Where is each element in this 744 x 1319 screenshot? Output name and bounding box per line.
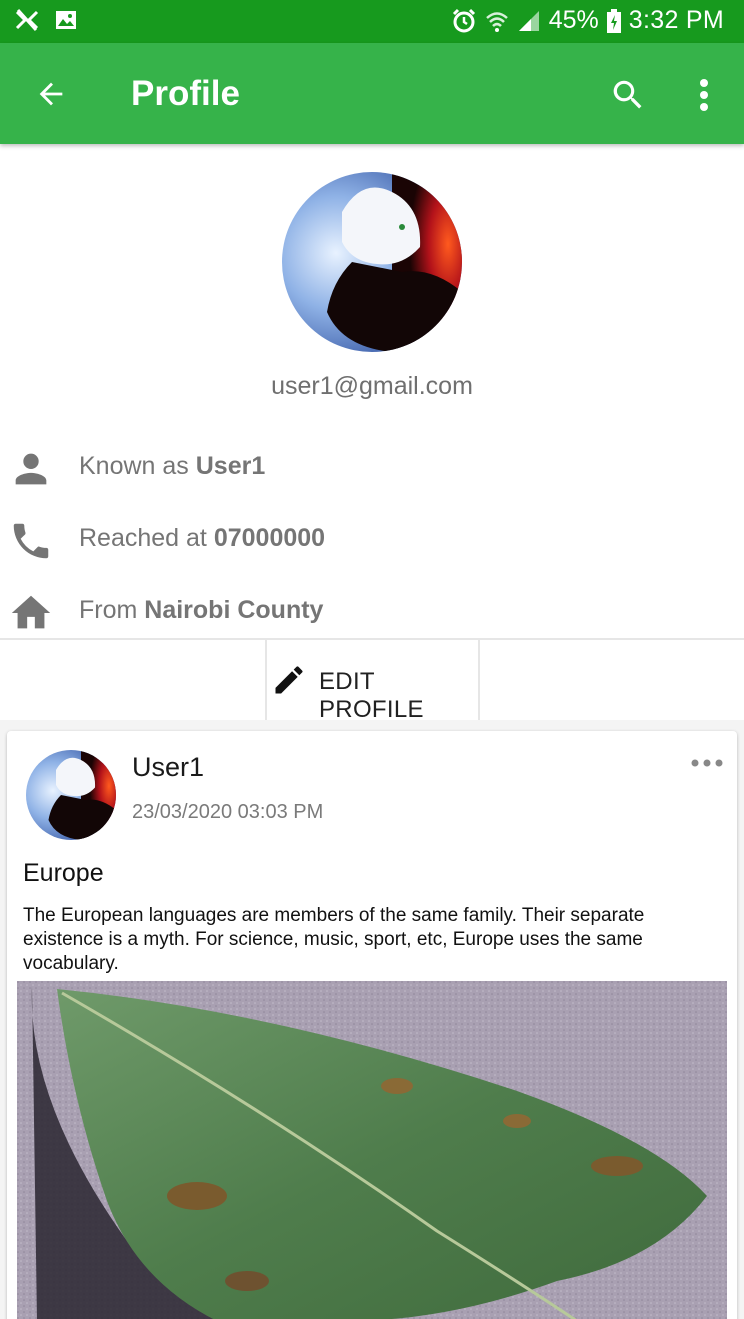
battery-percentage: 45%: [548, 6, 599, 34]
profile-avatar[interactable]: [282, 172, 462, 352]
home-icon: [11, 595, 51, 629]
wifi-icon: [485, 11, 508, 32]
overflow-menu-button[interactable]: [684, 73, 724, 117]
post-author-avatar[interactable]: [26, 750, 116, 840]
edit-profile-button[interactable]: EDIT PROFILE: [265, 640, 480, 723]
person-icon: [15, 453, 47, 485]
info-row-phone: Reached at 07000000: [0, 512, 744, 572]
back-button[interactable]: [30, 73, 72, 115]
status-right: 45% 3:32 PM: [451, 6, 724, 35]
phone-text: Reached at 07000000: [79, 524, 325, 553]
battery-charging-icon: [606, 8, 621, 33]
phone-value: 07000000: [213, 524, 326, 552]
cell-signal-icon: [518, 10, 539, 31]
page-title: Profile: [131, 74, 240, 113]
post-author-name[interactable]: User1: [132, 752, 204, 783]
search-icon: [613, 80, 642, 109]
known-as-value: User1: [195, 452, 266, 480]
post-body: The European languages are members of th…: [23, 905, 645, 974]
info-row-known-as: Known as User1: [0, 440, 744, 500]
info-row-location: From Nairobi County: [0, 584, 744, 644]
arrow-back-icon: [39, 82, 63, 106]
status-left-icons: [14, 8, 78, 32]
location-value: Nairobi County: [144, 596, 324, 624]
clock: 3:32 PM: [628, 6, 724, 34]
search-button[interactable]: [606, 73, 650, 117]
image-icon: [56, 11, 76, 29]
profile-email: user1@gmail.com: [271, 372, 473, 400]
status-bar: 45% 3:32 PM: [0, 0, 744, 43]
edit-profile-label: EDIT PROFILE: [319, 668, 424, 723]
reached-prefix: Reached at: [79, 524, 207, 552]
post-image[interactable]: [17, 981, 727, 1319]
alarm-icon: [452, 8, 475, 32]
from-prefix: From: [79, 596, 138, 624]
app-bar: Profile: [0, 43, 744, 144]
post-options-button[interactable]: [687, 751, 727, 775]
more-vert-icon: [700, 79, 708, 111]
known-as-prefix: Known as: [79, 452, 189, 480]
location-text: From Nairobi County: [79, 596, 323, 625]
known-as-text: Known as User1: [79, 452, 265, 481]
post-card: User1 23/03/2020 03:03 PM Europe The Eur…: [7, 731, 737, 1319]
pencil-icon: [275, 666, 303, 694]
phone-icon: [13, 523, 49, 559]
signal-off-icon: [15, 8, 39, 32]
post-date: 23/03/2020 03:03 PM: [132, 801, 324, 823]
post-title: Europe: [23, 859, 104, 887]
more-horiz-icon: [691, 759, 723, 767]
